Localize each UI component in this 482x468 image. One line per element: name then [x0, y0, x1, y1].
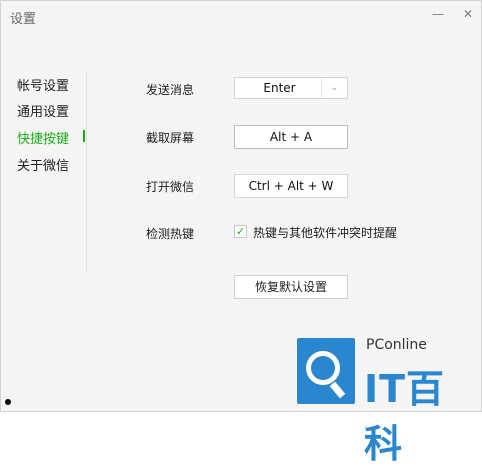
send-message-value: Enter — [263, 81, 296, 95]
watermark-brand-small: PConline — [366, 337, 427, 353]
detect-hotkey-label: 检测热键 — [146, 227, 195, 241]
hotkey-conflict-label[interactable]: 热键与其他软件冲突时提醒 — [253, 224, 397, 241]
window-title: 设置 — [10, 12, 37, 27]
active-indicator — [83, 130, 85, 142]
sidebar-item-shortcuts[interactable]: 快捷按键 — [17, 128, 69, 147]
watermark: PConline IT百科 — [297, 334, 482, 466]
restore-defaults-button[interactable]: 恢复默认设置 — [234, 275, 348, 299]
corner-dot — [5, 399, 11, 405]
open-wechat-label: 打开微信 — [146, 180, 195, 194]
sidebar-divider — [86, 73, 87, 271]
sidebar-item-account[interactable]: 帐号设置 — [17, 75, 69, 94]
close-icon[interactable]: ✕ — [460, 7, 476, 21]
screenshot-label: 截取屏幕 — [146, 131, 195, 145]
screenshot-hotkey-input[interactable]: Alt + A — [234, 125, 348, 149]
send-message-label: 发送消息 — [146, 83, 195, 97]
minimize-icon[interactable]: — — [430, 7, 446, 21]
title-bar: 设置 — ✕ — [1, 1, 482, 31]
chevron-down-icon[interactable]: ⌄ — [321, 78, 347, 98]
check-icon: ✓ — [235, 225, 246, 238]
pconline-logo-icon — [297, 338, 355, 404]
settings-sidebar: 帐号设置 通用设置 快捷按键 关于微信 — [1, 66, 86, 276]
open-wechat-hotkey-input[interactable]: Ctrl + Alt + W — [234, 174, 348, 198]
sidebar-item-about[interactable]: 关于微信 — [17, 155, 69, 174]
watermark-brand-big: IT百科 — [364, 367, 446, 466]
send-message-select[interactable]: Enter ⌄ — [234, 77, 348, 99]
sidebar-item-general[interactable]: 通用设置 — [17, 101, 69, 120]
settings-window: 设置 — ✕ 帐号设置 通用设置 快捷按键 关于微信 发送消息 Enter ⌄ … — [0, 0, 482, 466]
hotkey-conflict-checkbox[interactable]: ✓ — [234, 225, 247, 238]
